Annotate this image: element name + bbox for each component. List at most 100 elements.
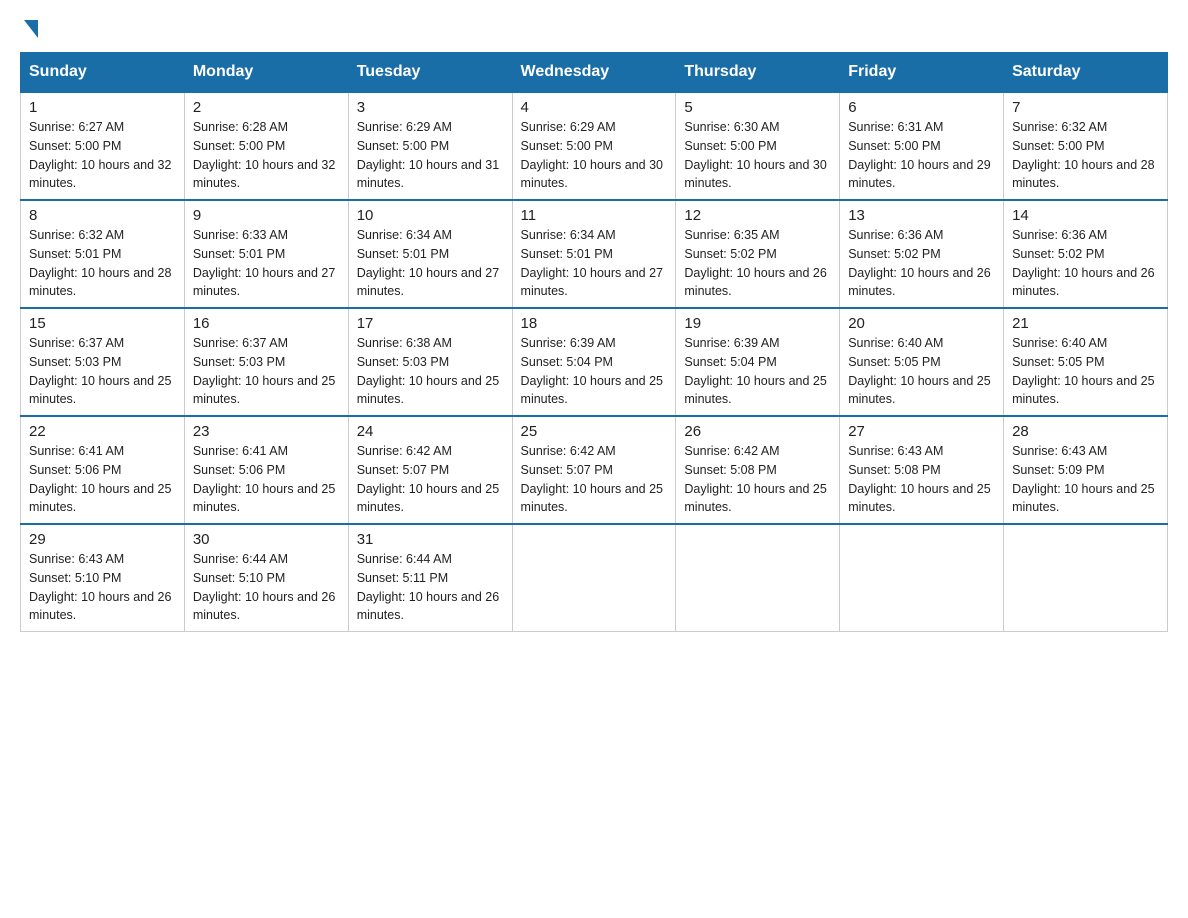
day-header-saturday: Saturday <box>1004 53 1168 93</box>
day-number: 25 <box>521 423 668 440</box>
day-header-thursday: Thursday <box>676 53 840 93</box>
day-info: Sunrise: 6:31 AM Sunset: 5:00 PM Dayligh… <box>848 118 995 193</box>
calendar-week-row: 29 Sunrise: 6:43 AM Sunset: 5:10 PM Dayl… <box>21 524 1168 632</box>
day-number: 7 <box>1012 99 1159 116</box>
day-number: 15 <box>29 315 176 332</box>
day-number: 3 <box>357 99 504 116</box>
calendar-cell: 27 Sunrise: 6:43 AM Sunset: 5:08 PM Dayl… <box>840 416 1004 524</box>
calendar-week-row: 15 Sunrise: 6:37 AM Sunset: 5:03 PM Dayl… <box>21 308 1168 416</box>
day-info: Sunrise: 6:39 AM Sunset: 5:04 PM Dayligh… <box>684 334 831 409</box>
calendar-cell: 6 Sunrise: 6:31 AM Sunset: 5:00 PM Dayli… <box>840 92 1004 200</box>
day-header-tuesday: Tuesday <box>348 53 512 93</box>
day-number: 21 <box>1012 315 1159 332</box>
day-number: 23 <box>193 423 340 440</box>
day-info: Sunrise: 6:32 AM Sunset: 5:01 PM Dayligh… <box>29 226 176 301</box>
day-header-wednesday: Wednesday <box>512 53 676 93</box>
calendar-cell: 4 Sunrise: 6:29 AM Sunset: 5:00 PM Dayli… <box>512 92 676 200</box>
day-number: 19 <box>684 315 831 332</box>
calendar-cell: 8 Sunrise: 6:32 AM Sunset: 5:01 PM Dayli… <box>21 200 185 308</box>
day-number: 24 <box>357 423 504 440</box>
calendar-cell: 1 Sunrise: 6:27 AM Sunset: 5:00 PM Dayli… <box>21 92 185 200</box>
calendar-cell: 22 Sunrise: 6:41 AM Sunset: 5:06 PM Dayl… <box>21 416 185 524</box>
day-info: Sunrise: 6:37 AM Sunset: 5:03 PM Dayligh… <box>193 334 340 409</box>
calendar-cell: 7 Sunrise: 6:32 AM Sunset: 5:00 PM Dayli… <box>1004 92 1168 200</box>
day-info: Sunrise: 6:40 AM Sunset: 5:05 PM Dayligh… <box>848 334 995 409</box>
day-info: Sunrise: 6:44 AM Sunset: 5:11 PM Dayligh… <box>357 550 504 625</box>
day-info: Sunrise: 6:42 AM Sunset: 5:08 PM Dayligh… <box>684 442 831 517</box>
day-info: Sunrise: 6:36 AM Sunset: 5:02 PM Dayligh… <box>1012 226 1159 301</box>
day-info: Sunrise: 6:29 AM Sunset: 5:00 PM Dayligh… <box>521 118 668 193</box>
day-number: 18 <box>521 315 668 332</box>
calendar-cell: 10 Sunrise: 6:34 AM Sunset: 5:01 PM Dayl… <box>348 200 512 308</box>
day-info: Sunrise: 6:33 AM Sunset: 5:01 PM Dayligh… <box>193 226 340 301</box>
calendar-cell <box>512 524 676 632</box>
calendar-cell: 28 Sunrise: 6:43 AM Sunset: 5:09 PM Dayl… <box>1004 416 1168 524</box>
logo-arrow-icon <box>24 20 38 38</box>
day-info: Sunrise: 6:39 AM Sunset: 5:04 PM Dayligh… <box>521 334 668 409</box>
day-info: Sunrise: 6:41 AM Sunset: 5:06 PM Dayligh… <box>29 442 176 517</box>
day-info: Sunrise: 6:35 AM Sunset: 5:02 PM Dayligh… <box>684 226 831 301</box>
calendar-cell: 17 Sunrise: 6:38 AM Sunset: 5:03 PM Dayl… <box>348 308 512 416</box>
day-number: 20 <box>848 315 995 332</box>
day-number: 26 <box>684 423 831 440</box>
calendar-cell: 18 Sunrise: 6:39 AM Sunset: 5:04 PM Dayl… <box>512 308 676 416</box>
calendar-cell: 12 Sunrise: 6:35 AM Sunset: 5:02 PM Dayl… <box>676 200 840 308</box>
day-info: Sunrise: 6:29 AM Sunset: 5:00 PM Dayligh… <box>357 118 504 193</box>
day-number: 11 <box>521 207 668 224</box>
calendar-cell: 21 Sunrise: 6:40 AM Sunset: 5:05 PM Dayl… <box>1004 308 1168 416</box>
logo <box>20 20 38 32</box>
day-info: Sunrise: 6:38 AM Sunset: 5:03 PM Dayligh… <box>357 334 504 409</box>
day-number: 16 <box>193 315 340 332</box>
page-header <box>20 20 1168 32</box>
day-number: 2 <box>193 99 340 116</box>
day-info: Sunrise: 6:34 AM Sunset: 5:01 PM Dayligh… <box>357 226 504 301</box>
day-number: 27 <box>848 423 995 440</box>
calendar-week-row: 22 Sunrise: 6:41 AM Sunset: 5:06 PM Dayl… <box>21 416 1168 524</box>
calendar-cell: 31 Sunrise: 6:44 AM Sunset: 5:11 PM Dayl… <box>348 524 512 632</box>
day-number: 6 <box>848 99 995 116</box>
calendar-cell: 30 Sunrise: 6:44 AM Sunset: 5:10 PM Dayl… <box>184 524 348 632</box>
calendar-cell <box>1004 524 1168 632</box>
day-number: 17 <box>357 315 504 332</box>
day-number: 5 <box>684 99 831 116</box>
calendar-cell: 16 Sunrise: 6:37 AM Sunset: 5:03 PM Dayl… <box>184 308 348 416</box>
day-info: Sunrise: 6:37 AM Sunset: 5:03 PM Dayligh… <box>29 334 176 409</box>
calendar-cell: 26 Sunrise: 6:42 AM Sunset: 5:08 PM Dayl… <box>676 416 840 524</box>
calendar-cell: 3 Sunrise: 6:29 AM Sunset: 5:00 PM Dayli… <box>348 92 512 200</box>
calendar-cell <box>676 524 840 632</box>
day-number: 28 <box>1012 423 1159 440</box>
logo-text <box>20 20 38 36</box>
day-number: 4 <box>521 99 668 116</box>
day-info: Sunrise: 6:27 AM Sunset: 5:00 PM Dayligh… <box>29 118 176 193</box>
day-number: 1 <box>29 99 176 116</box>
calendar-cell: 25 Sunrise: 6:42 AM Sunset: 5:07 PM Dayl… <box>512 416 676 524</box>
day-info: Sunrise: 6:28 AM Sunset: 5:00 PM Dayligh… <box>193 118 340 193</box>
day-number: 29 <box>29 531 176 548</box>
day-header-monday: Monday <box>184 53 348 93</box>
day-info: Sunrise: 6:34 AM Sunset: 5:01 PM Dayligh… <box>521 226 668 301</box>
calendar-cell: 24 Sunrise: 6:42 AM Sunset: 5:07 PM Dayl… <box>348 416 512 524</box>
day-number: 12 <box>684 207 831 224</box>
day-info: Sunrise: 6:30 AM Sunset: 5:00 PM Dayligh… <box>684 118 831 193</box>
day-number: 13 <box>848 207 995 224</box>
day-info: Sunrise: 6:40 AM Sunset: 5:05 PM Dayligh… <box>1012 334 1159 409</box>
day-number: 8 <box>29 207 176 224</box>
calendar-cell: 23 Sunrise: 6:41 AM Sunset: 5:06 PM Dayl… <box>184 416 348 524</box>
calendar-cell: 19 Sunrise: 6:39 AM Sunset: 5:04 PM Dayl… <box>676 308 840 416</box>
day-info: Sunrise: 6:43 AM Sunset: 5:09 PM Dayligh… <box>1012 442 1159 517</box>
calendar-cell: 11 Sunrise: 6:34 AM Sunset: 5:01 PM Dayl… <box>512 200 676 308</box>
calendar-cell: 29 Sunrise: 6:43 AM Sunset: 5:10 PM Dayl… <box>21 524 185 632</box>
calendar-cell <box>840 524 1004 632</box>
day-info: Sunrise: 6:43 AM Sunset: 5:08 PM Dayligh… <box>848 442 995 517</box>
day-info: Sunrise: 6:32 AM Sunset: 5:00 PM Dayligh… <box>1012 118 1159 193</box>
calendar-week-row: 8 Sunrise: 6:32 AM Sunset: 5:01 PM Dayli… <box>21 200 1168 308</box>
day-number: 9 <box>193 207 340 224</box>
day-info: Sunrise: 6:42 AM Sunset: 5:07 PM Dayligh… <box>357 442 504 517</box>
day-number: 22 <box>29 423 176 440</box>
calendar-cell: 15 Sunrise: 6:37 AM Sunset: 5:03 PM Dayl… <box>21 308 185 416</box>
calendar-header-row: SundayMondayTuesdayWednesdayThursdayFrid… <box>21 53 1168 93</box>
day-info: Sunrise: 6:41 AM Sunset: 5:06 PM Dayligh… <box>193 442 340 517</box>
day-number: 31 <box>357 531 504 548</box>
day-info: Sunrise: 6:42 AM Sunset: 5:07 PM Dayligh… <box>521 442 668 517</box>
calendar-table: SundayMondayTuesdayWednesdayThursdayFrid… <box>20 52 1168 632</box>
